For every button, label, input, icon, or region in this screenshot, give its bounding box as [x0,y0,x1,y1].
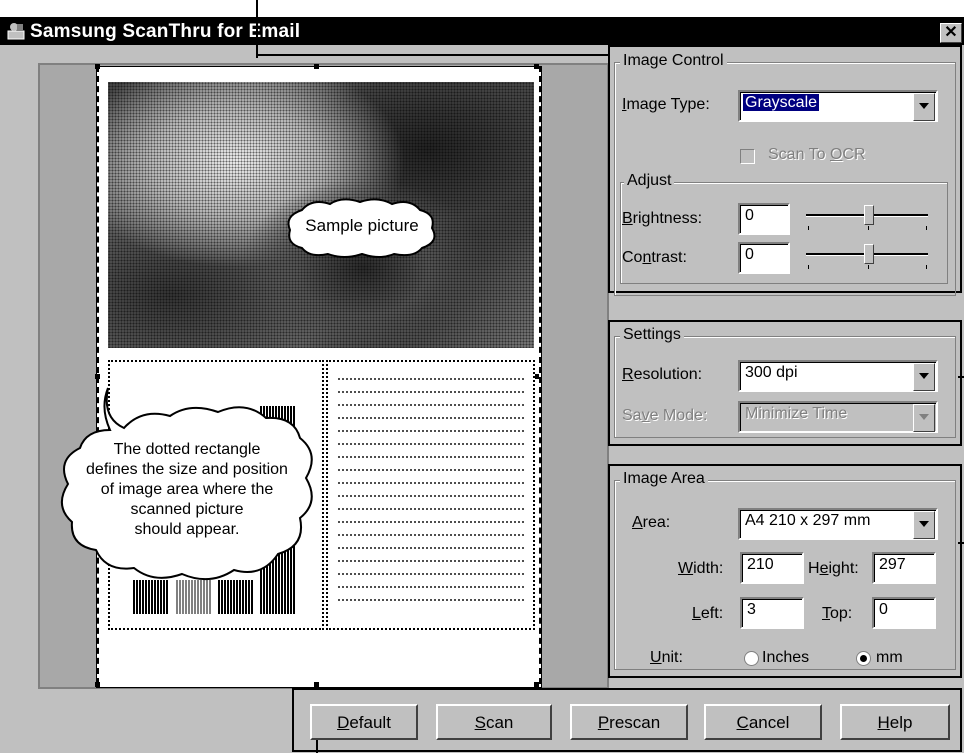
page-text-lines [338,378,526,612]
callout-pointer-line [316,740,318,753]
unit-mm-radio[interactable] [856,651,871,666]
save-mode-select[interactable]: Minimize Time [738,401,938,433]
unit-label: Unit: [650,649,683,666]
resize-handle[interactable] [534,64,539,69]
help-button[interactable]: Help [840,704,950,740]
height-input[interactable]: 297 [872,552,936,584]
contrast-slider-thumb[interactable] [864,244,874,264]
image-area-legend: Image Area [620,470,708,488]
brightness-slider-thumb[interactable] [864,205,874,225]
resolution-label: Resolution: [622,366,703,383]
top-input[interactable]: 0 [872,597,936,629]
brightness-label: Brightness: [622,210,703,227]
chevron-down-icon[interactable] [913,93,935,121]
contrast-label: Contrast: [622,249,687,266]
close-icon[interactable]: ✕ [940,23,962,43]
callout-text: The dotted rectangle defines the size an… [86,441,288,538]
unit-inches-label: Inches [762,649,810,666]
resize-handle[interactable] [314,64,319,69]
cancel-button[interactable]: Cancel [704,704,822,740]
prescan-button[interactable]: Prescan [570,704,688,740]
image-type-select[interactable]: Grayscale [738,90,938,122]
left-input[interactable]: 3 [740,597,804,629]
unit-inches-radio[interactable] [744,651,759,666]
resize-handle[interactable] [95,682,100,687]
area-select[interactable]: A4 210 x 297 mm [738,508,938,540]
default-button[interactable]: Default [310,704,418,740]
image-control-legend: Image Control [620,52,727,70]
callout-pointer-line [256,54,608,56]
chevron-down-icon[interactable] [913,404,935,432]
resize-handle[interactable] [95,64,100,69]
save-mode-label: Save Mode: [622,407,708,424]
scan-to-ocr-checkbox[interactable] [740,149,755,164]
adjust-legend: Adjust [624,172,675,190]
image-type-label: Image Type: [622,96,710,113]
settings-legend: Settings [620,326,684,344]
brightness-input[interactable]: 0 [738,203,790,235]
top-label: Top: [822,605,853,622]
title-bar: Samsung ScanThru for Email ✕ [0,17,964,45]
callout-pointer-line [958,542,964,544]
chevron-down-icon[interactable] [913,363,935,391]
resize-handle[interactable] [314,682,319,687]
scan-to-ocr-label: Scan To OCR [768,146,866,163]
width-label: Width: [678,560,724,577]
resolution-select[interactable]: 300 dpi [738,360,938,392]
chevron-down-icon[interactable] [913,511,935,539]
height-label: Height: [808,560,859,577]
area-label: Area: [632,514,671,531]
callout-pointer-line [256,0,258,58]
image-type-value: Grayscale [743,94,820,111]
unit-mm-label: mm [876,649,903,666]
width-input[interactable]: 210 [740,552,804,584]
resize-handle[interactable] [534,682,539,687]
callout-pointer-line [958,376,964,378]
left-label: Left: [692,605,724,622]
sample-picture-label: Sample picture [305,216,419,235]
window-title: Samsung ScanThru for Email [30,21,301,42]
scanner-person-icon [7,23,25,40]
contrast-input[interactable]: 0 [738,242,790,274]
scan-button[interactable]: Scan [436,704,552,740]
